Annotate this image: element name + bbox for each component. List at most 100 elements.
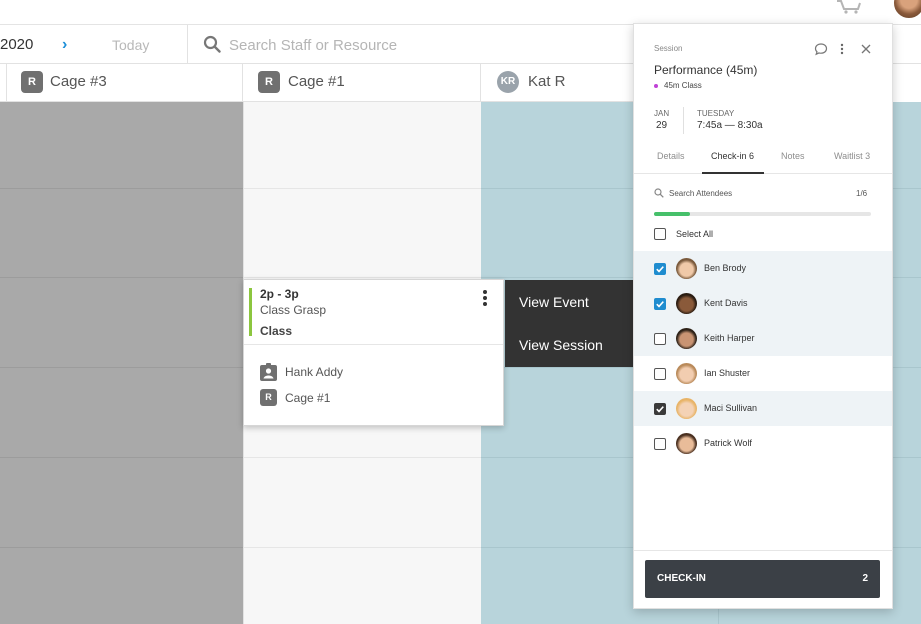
more-vertical-icon[interactable] <box>838 42 846 56</box>
check-in-progress-bar <box>654 212 871 216</box>
event-type: Class <box>260 324 293 338</box>
hour-line <box>0 188 243 189</box>
search-icon <box>654 188 664 198</box>
resource-badge: R <box>258 71 280 93</box>
column-header-kat-r[interactable]: KR Kat R <box>481 64 633 102</box>
attendee-name: Maci Sullivan <box>704 403 758 413</box>
column-name: Cage #1 <box>288 73 345 90</box>
close-icon[interactable] <box>860 42 872 56</box>
event-name: Class Grasp <box>260 303 327 317</box>
attendee-avatar <box>676 433 697 454</box>
attendee-checkbox[interactable] <box>654 333 666 345</box>
attendee-row[interactable]: Patrick Wolf <box>634 426 892 461</box>
attendee-row[interactable]: Maci Sullivan <box>634 391 892 426</box>
resource-badge: R <box>260 389 277 406</box>
hour-line <box>0 547 243 548</box>
attendee-name: Ian Shuster <box>704 368 751 378</box>
attendee-search-input[interactable] <box>669 187 819 200</box>
column-name: Cage #3 <box>50 73 107 90</box>
attendee-checkbox[interactable] <box>654 403 666 415</box>
divider <box>244 344 503 345</box>
top-bar <box>0 0 921 25</box>
today-button[interactable]: Today <box>112 37 149 53</box>
scheduler-app: 2020 › Today R Cage #3 R Cage #1 KR Kat … <box>0 0 921 624</box>
event-staff-name: Hank Addy <box>285 365 344 379</box>
hour-line <box>244 188 481 189</box>
column-header-cage-1[interactable]: R Cage #1 <box>243 64 481 102</box>
attendee-row[interactable]: Kent Davis <box>634 286 892 321</box>
attendee-name: Keith Harper <box>704 333 755 343</box>
attendee-checkbox[interactable] <box>654 298 666 310</box>
panel-kicker: Session <box>654 44 683 53</box>
tab-check-in[interactable]: Check-in 6 <box>711 151 754 161</box>
check-icon <box>656 266 664 273</box>
check-in-button[interactable]: CHECK-IN 2 <box>645 560 880 598</box>
panel-tabs: Details Check-in 6 Notes Waitlist 3 <box>634 142 892 174</box>
staff-avatar-badge: KR <box>497 71 519 93</box>
view-session-menu-item[interactable]: View Session <box>519 337 603 353</box>
attendee-row[interactable]: Ben Brody <box>634 251 892 286</box>
hour-line <box>0 277 243 278</box>
divider <box>683 107 684 134</box>
tab-waitlist[interactable]: Waitlist 3 <box>834 151 870 161</box>
attendee-row[interactable]: Keith Harper <box>634 321 892 356</box>
session-time-range: 7:45a — 8:30a <box>697 120 763 131</box>
attendee-name: Kent Davis <box>704 298 748 308</box>
attendee-avatar <box>676 398 697 419</box>
event-resource-name: Cage #1 <box>285 391 331 405</box>
session-panel: Session Performance (45m) 45m Class JAN … <box>633 23 893 609</box>
check-in-label: CHECK-IN <box>657 573 706 584</box>
toolbar-divider <box>187 25 188 64</box>
attendee-name: Ben Brody <box>704 263 747 273</box>
event-context-menu: View Event View Session <box>505 280 633 367</box>
check-in-progress-fill <box>654 212 691 216</box>
user-avatar[interactable] <box>892 0 921 20</box>
more-vertical-icon[interactable] <box>480 290 490 308</box>
tab-notes[interactable]: Notes <box>781 151 805 161</box>
divider <box>634 550 892 551</box>
select-all-checkbox[interactable] <box>654 228 666 240</box>
attendee-checkbox[interactable] <box>654 438 666 450</box>
select-all-label: Select All <box>676 229 714 239</box>
class-color-dot <box>654 84 658 88</box>
chevron-right-icon[interactable]: › <box>62 37 74 53</box>
event-time: 2p - 3p <box>260 287 299 301</box>
event-popover[interactable]: 2p - 3p Class Grasp Class Hank Addy R Ca… <box>243 279 504 426</box>
attendee-checkbox[interactable] <box>654 368 666 380</box>
resource-badge: R <box>21 71 43 93</box>
session-month: JAN <box>654 109 670 118</box>
active-tab-indicator <box>702 172 764 174</box>
select-all-row[interactable]: Select All <box>634 224 892 250</box>
event-color-bar <box>249 288 252 336</box>
attendee-row[interactable]: Ian Shuster <box>634 356 892 391</box>
check-icon <box>656 406 664 413</box>
column-name: Kat R <box>528 73 566 90</box>
attendee-avatar <box>676 328 697 349</box>
view-event-menu-item[interactable]: View Event <box>519 294 589 310</box>
column-body-cage-3[interactable] <box>0 102 243 624</box>
tab-details[interactable]: Details <box>657 151 685 161</box>
attendee-avatar <box>676 363 697 384</box>
hour-line <box>0 457 243 458</box>
staff-resource-search-input[interactable] <box>229 34 489 56</box>
session-title: Performance (45m) <box>654 63 758 77</box>
attendee-avatar <box>676 293 697 314</box>
hour-line <box>244 457 481 458</box>
hour-line <box>244 547 481 548</box>
checked-in-count: 1/6 <box>856 189 868 198</box>
comment-icon[interactable] <box>814 42 828 56</box>
hour-line <box>244 277 481 278</box>
session-subtitle: 45m Class <box>664 81 702 90</box>
staff-badge-icon <box>260 363 277 381</box>
session-day: 29 <box>656 120 668 131</box>
attendee-checkbox[interactable] <box>654 263 666 275</box>
cart-icon[interactable] <box>836 0 862 14</box>
search-icon <box>203 35 221 53</box>
column-header-cage-3[interactable]: R Cage #3 <box>0 64 243 102</box>
hour-line <box>0 367 243 368</box>
attendee-name: Patrick Wolf <box>704 438 752 448</box>
session-weekday: TUESDAY <box>697 109 735 118</box>
check-icon <box>656 301 664 308</box>
check-in-selected-count: 2 <box>862 573 868 584</box>
attendee-avatar <box>676 258 697 279</box>
